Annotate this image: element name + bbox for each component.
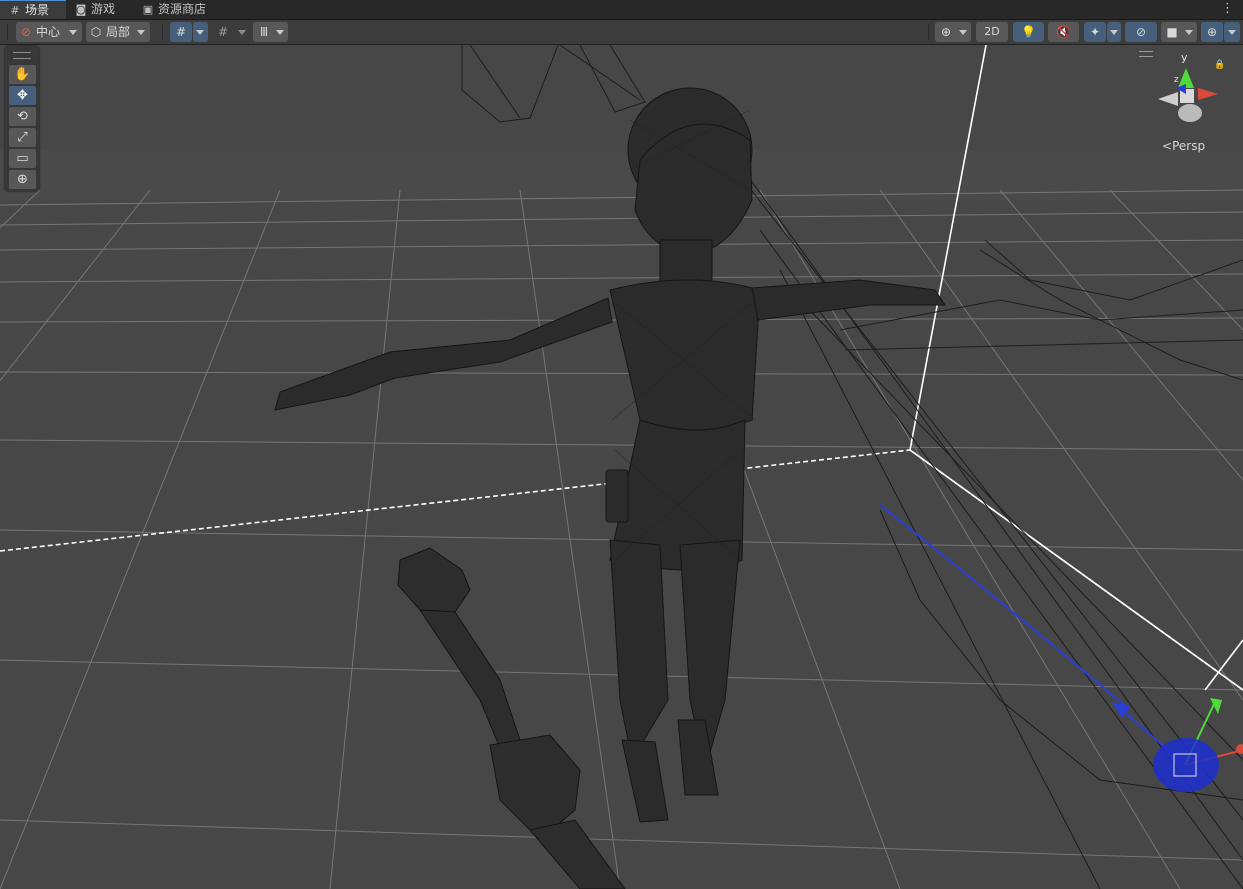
pivot-space-dropdown[interactable]: ⬡ 局部 xyxy=(86,22,150,42)
transform-icon: ⊕ xyxy=(17,172,28,187)
mode-2d-label: 2D xyxy=(984,25,1000,38)
cube-icon: ⬡ xyxy=(90,25,102,39)
increment-snap-dropdown[interactable] xyxy=(235,22,249,42)
drag-handle-icon[interactable] xyxy=(13,52,31,59)
scene-viewport[interactable] xyxy=(0,45,1243,889)
transform-tool-button[interactable]: ⊕ xyxy=(9,170,36,189)
chevron-down-icon xyxy=(1228,30,1236,35)
audio-toggle[interactable]: 🔇 xyxy=(1048,22,1079,42)
chevron-down-icon xyxy=(238,30,246,35)
tab-game[interactable]: ◙ 游戏 xyxy=(74,0,134,19)
rotate-tool-button[interactable]: ⟲ xyxy=(9,107,36,126)
effects-dropdown[interactable] xyxy=(1107,22,1121,42)
tab-asset-store[interactable]: ▣ 资源商店 xyxy=(141,0,221,19)
chevron-down-icon xyxy=(137,30,145,35)
globe-icon: ⊕ xyxy=(940,25,952,39)
more-options-icon[interactable]: ⋮ xyxy=(1221,1,1234,16)
gizmo-icon: ⊕ xyxy=(1206,25,1218,39)
rotate-icon: ⟲ xyxy=(17,109,28,124)
gizmo-y-label: y xyxy=(1181,51,1188,64)
lock-icon[interactable]: 🔒 xyxy=(1214,60,1225,70)
toolbar-separator xyxy=(7,24,8,40)
scale-tool-button[interactable]: ⤢ xyxy=(9,128,36,147)
effects-icon: ✦ xyxy=(1089,25,1101,39)
projection-label: Persp xyxy=(1172,139,1206,153)
pivot-mode-label: 中心 xyxy=(36,25,61,39)
effects-toggle[interactable]: ✦ xyxy=(1084,22,1106,42)
tab-scene[interactable]: # 场景 xyxy=(0,0,66,19)
increment-snap-button[interactable]: # xyxy=(212,22,234,42)
pivot-space-label: 局部 xyxy=(106,25,131,39)
toolbar-separator xyxy=(162,24,163,40)
audio-mute-icon: 🔇 xyxy=(1056,25,1071,39)
tab-bar: # 场景 ◙ 游戏 ▣ 资源商店 ⋮ xyxy=(0,0,1243,20)
chevron-left-icon: < xyxy=(1162,139,1173,153)
gizmos-dropdown[interactable] xyxy=(1224,22,1240,42)
bag-icon: ▣ xyxy=(142,3,154,16)
grid-visibility-button[interactable]: # xyxy=(170,22,192,42)
chevron-down-icon xyxy=(69,30,77,35)
eye-slash-icon: ⊘ xyxy=(1135,25,1147,39)
toolbar-separator xyxy=(928,24,929,40)
tab-asset-store-label: 资源商店 xyxy=(158,2,207,16)
gamepad-icon: ◙ xyxy=(75,3,87,16)
hand-tool-button[interactable]: ✋ xyxy=(9,65,36,84)
chevron-down-icon xyxy=(1110,30,1118,35)
increment-snap-icon: # xyxy=(217,25,229,39)
move-tool-button[interactable]: ✥ xyxy=(9,86,36,105)
lightbulb-icon: 💡 xyxy=(1021,25,1036,39)
tab-game-label: 游戏 xyxy=(91,2,116,16)
gizmos-toggle[interactable]: ⊕ xyxy=(1201,22,1223,42)
chevron-down-icon xyxy=(196,30,204,35)
scale-icon: ⤢ xyxy=(17,130,28,145)
rect-transform-icon: ▭ xyxy=(16,151,29,166)
move-arrows-icon: ✥ xyxy=(17,88,28,103)
projection-toggle[interactable]: <Persp xyxy=(1162,139,1205,153)
scene-toolbar: ⊘ 中心 ⬡ 局部 # # Ⅲ ⊕ 2D 💡 🔇 ✦ ⊘ ■ ⊕ xyxy=(0,20,1243,45)
ruler-icon: Ⅲ xyxy=(259,25,269,39)
scene-visibility-toggle[interactable]: ⊘ xyxy=(1125,22,1157,42)
chevron-down-icon xyxy=(276,30,284,35)
grid-options-dropdown[interactable] xyxy=(193,22,208,42)
rect-tool-button[interactable]: ▭ xyxy=(9,149,36,168)
chevron-down-icon xyxy=(1185,30,1193,35)
align-snap-dropdown[interactable]: Ⅲ xyxy=(253,22,288,42)
hand-icon: ✋ xyxy=(14,67,31,82)
lighting-toggle[interactable]: 💡 xyxy=(1013,22,1044,42)
camera-settings-dropdown[interactable]: ■ xyxy=(1161,22,1197,42)
gizmo-menu-icon[interactable] xyxy=(1139,51,1153,57)
tool-palette: ✋ ✥ ⟲ ⤢ ▭ ⊕ xyxy=(5,46,39,191)
pivot-icon: ⊘ xyxy=(20,25,32,39)
chevron-down-icon xyxy=(959,30,967,35)
pivot-mode-dropdown[interactable]: ⊘ 中心 xyxy=(16,22,82,42)
grid-icon: # xyxy=(10,4,20,17)
mode-2d-button[interactable]: 2D xyxy=(976,22,1008,42)
grid-snap-icon: # xyxy=(175,25,187,39)
draw-mode-dropdown[interactable]: ⊕ xyxy=(935,22,971,42)
tab-scene-label: 场景 xyxy=(25,3,50,17)
camera-icon: ■ xyxy=(1166,25,1178,39)
gizmo-z-label: z xyxy=(1174,75,1179,85)
scene-render xyxy=(0,45,1243,889)
